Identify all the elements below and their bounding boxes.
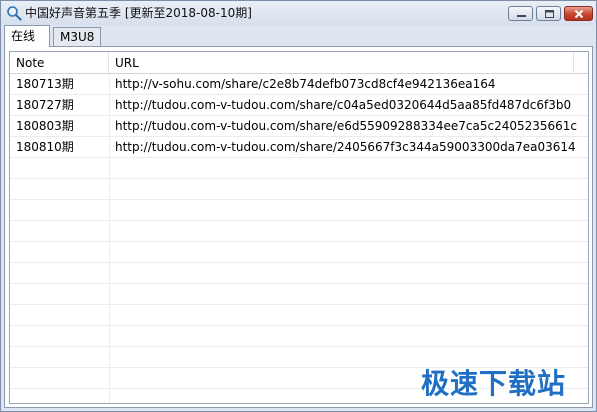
list-header: Note URL [10,52,588,74]
row-url: http://tudou.com-v-tudou.com/share/24056… [115,140,576,154]
title-bar[interactable]: 中国好声音第五季 [更新至2018-08-10期] [1,1,596,25]
site-watermark: 极速下载站 [421,367,567,400]
table-row[interactable]: 180803期 http://tudou.com-v-tudou.com/sha… [10,116,588,137]
minimize-button[interactable] [508,6,533,21]
close-icon [574,9,584,19]
maximize-icon [545,10,554,18]
row-url: http://tudou.com-v-tudou.com/share/c04a5… [115,98,572,112]
table-row[interactable]: 180810期 http://tudou.com-v-tudou.com/sha… [10,137,588,158]
list-body: 180713期 http://v-sohu.com/share/c2e8b74d… [10,74,588,403]
tab-panel: Note URL 180713期 http://v-sohu.com/share… [4,46,593,408]
row-note: 180810期 [16,140,74,154]
minimize-icon [517,15,526,17]
maximize-button[interactable] [536,6,561,21]
column-header-filler [574,52,588,73]
tab-m3u8-label: M3U8 [60,30,95,44]
url-list[interactable]: Note URL 180713期 http://v-sohu.com/share… [9,51,589,404]
table-row[interactable]: 180727期 http://tudou.com-v-tudou.com/sha… [10,95,588,116]
row-url: http://tudou.com-v-tudou.com/share/e6d55… [115,119,578,133]
row-note: 180727期 [16,98,74,112]
table-row[interactable]: 180713期 http://v-sohu.com/share/c2e8b74d… [10,74,588,95]
tab-m3u8[interactable]: M3U8 [53,27,101,47]
app-window: 中国好声音第五季 [更新至2018-08-10期] 在线 M3U8 Note U… [0,0,597,412]
tab-online[interactable]: 在线 [4,25,50,47]
row-note: 180803期 [16,119,74,133]
column-header-url[interactable]: URL [109,52,574,73]
row-url: http://v-sohu.com/share/c2e8b74defb073cd… [115,77,496,91]
window-title: 中国好声音第五季 [更新至2018-08-10期] [25,6,252,20]
column-header-note[interactable]: Note [10,52,109,73]
close-button[interactable] [564,6,593,21]
row-note: 180713期 [16,77,74,91]
search-icon [6,5,22,21]
tab-strip: 在线 M3U8 [4,25,594,47]
tab-online-label: 在线 [11,29,36,43]
